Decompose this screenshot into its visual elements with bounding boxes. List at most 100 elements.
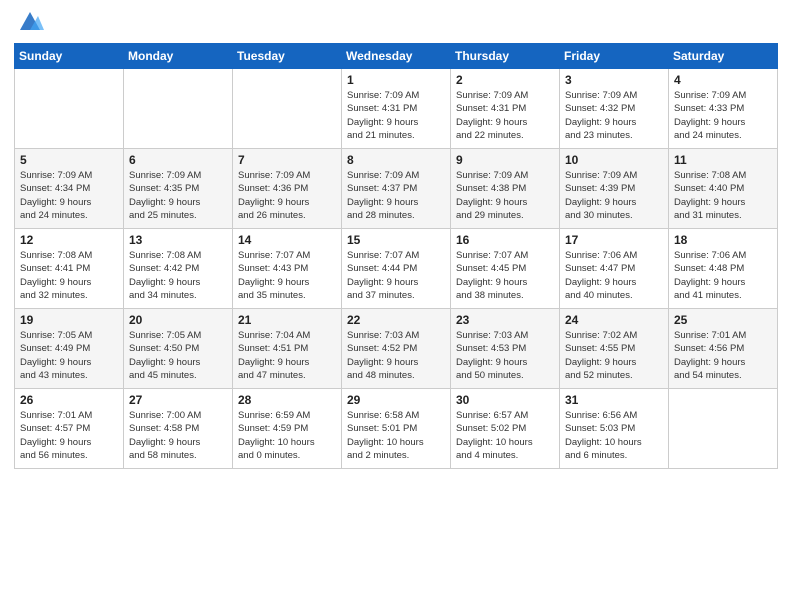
week-row-3: 12 Sunrise: 7:08 AM Sunset: 4:41 PM Dayli… — [15, 229, 778, 309]
calendar-cell: 25 Sunrise: 7:01 AM Sunset: 4:56 PM Dayli… — [669, 309, 778, 389]
day-info: Sunrise: 7:07 AM Sunset: 4:44 PM Dayligh… — [347, 249, 445, 302]
day-number: 16 — [456, 233, 554, 247]
calendar-cell: 23 Sunrise: 7:03 AM Sunset: 4:53 PM Dayli… — [451, 309, 560, 389]
day-info: Sunrise: 7:09 AM Sunset: 4:35 PM Dayligh… — [129, 169, 227, 222]
calendar-cell: 19 Sunrise: 7:05 AM Sunset: 4:49 PM Dayli… — [15, 309, 124, 389]
week-row-4: 19 Sunrise: 7:05 AM Sunset: 4:49 PM Dayli… — [15, 309, 778, 389]
day-number: 24 — [565, 313, 663, 327]
day-info: Sunrise: 7:02 AM Sunset: 4:55 PM Dayligh… — [565, 329, 663, 382]
calendar-cell — [233, 69, 342, 149]
day-number: 25 — [674, 313, 772, 327]
calendar-cell: 9 Sunrise: 7:09 AM Sunset: 4:38 PM Daylig… — [451, 149, 560, 229]
week-row-1: 1Sunrise: 7:09 AM Sunset: 4:31 PM Daylig… — [15, 69, 778, 149]
day-number: 6 — [129, 153, 227, 167]
calendar-cell: 31Sunrise: 6:56 AM Sunset: 5:03 PM Dayli… — [560, 389, 669, 469]
day-info: Sunrise: 7:01 AM Sunset: 4:56 PM Dayligh… — [674, 329, 772, 382]
day-info: Sunrise: 7:09 AM Sunset: 4:31 PM Dayligh… — [456, 89, 554, 142]
day-info: Sunrise: 7:09 AM Sunset: 4:34 PM Dayligh… — [20, 169, 118, 222]
day-number: 18 — [674, 233, 772, 247]
day-number: 26 — [20, 393, 118, 407]
weekday-header-thursday: Thursday — [451, 44, 560, 69]
calendar-cell: 6 Sunrise: 7:09 AM Sunset: 4:35 PM Daylig… — [124, 149, 233, 229]
day-info: Sunrise: 7:07 AM Sunset: 4:45 PM Dayligh… — [456, 249, 554, 302]
day-info: Sunrise: 6:59 AM Sunset: 4:59 PM Dayligh… — [238, 409, 336, 462]
calendar-cell: 17 Sunrise: 7:06 AM Sunset: 4:47 PM Dayli… — [560, 229, 669, 309]
day-info: Sunrise: 7:03 AM Sunset: 4:52 PM Dayligh… — [347, 329, 445, 382]
calendar: SundayMondayTuesdayWednesdayThursdayFrid… — [14, 43, 778, 469]
day-number: 11 — [674, 153, 772, 167]
calendar-cell: 18 Sunrise: 7:06 AM Sunset: 4:48 PM Dayli… — [669, 229, 778, 309]
day-number: 14 — [238, 233, 336, 247]
day-info: Sunrise: 7:09 AM Sunset: 4:33 PM Dayligh… — [674, 89, 772, 142]
week-row-5: 26Sunrise: 7:01 AM Sunset: 4:57 PM Dayli… — [15, 389, 778, 469]
day-number: 20 — [129, 313, 227, 327]
day-number: 27 — [129, 393, 227, 407]
week-row-2: 5 Sunrise: 7:09 AM Sunset: 4:34 PM Daylig… — [15, 149, 778, 229]
day-info: Sunrise: 7:08 AM Sunset: 4:41 PM Dayligh… — [20, 249, 118, 302]
day-info: Sunrise: 7:04 AM Sunset: 4:51 PM Dayligh… — [238, 329, 336, 382]
day-info: Sunrise: 7:09 AM Sunset: 4:37 PM Dayligh… — [347, 169, 445, 222]
day-info: Sunrise: 7:05 AM Sunset: 4:50 PM Dayligh… — [129, 329, 227, 382]
day-info: Sunrise: 7:06 AM Sunset: 4:47 PM Dayligh… — [565, 249, 663, 302]
day-number: 19 — [20, 313, 118, 327]
day-info: Sunrise: 7:07 AM Sunset: 4:43 PM Dayligh… — [238, 249, 336, 302]
calendar-cell: 1Sunrise: 7:09 AM Sunset: 4:31 PM Daylig… — [342, 69, 451, 149]
calendar-cell: 22Sunrise: 7:03 AM Sunset: 4:52 PM Dayli… — [342, 309, 451, 389]
calendar-cell: 12 Sunrise: 7:08 AM Sunset: 4:41 PM Dayli… — [15, 229, 124, 309]
header — [14, 10, 778, 37]
day-info: Sunrise: 6:58 AM Sunset: 5:01 PM Dayligh… — [347, 409, 445, 462]
day-number: 23 — [456, 313, 554, 327]
day-info: Sunrise: 7:06 AM Sunset: 4:48 PM Dayligh… — [674, 249, 772, 302]
calendar-cell: 24 Sunrise: 7:02 AM Sunset: 4:55 PM Dayli… — [560, 309, 669, 389]
day-info: Sunrise: 7:08 AM Sunset: 4:42 PM Dayligh… — [129, 249, 227, 302]
calendar-cell: 28 Sunrise: 6:59 AM Sunset: 4:59 PM Dayli… — [233, 389, 342, 469]
day-info: Sunrise: 7:08 AM Sunset: 4:40 PM Dayligh… — [674, 169, 772, 222]
day-info: Sunrise: 6:56 AM Sunset: 5:03 PM Dayligh… — [565, 409, 663, 462]
day-number: 3 — [565, 73, 663, 87]
day-number: 4 — [674, 73, 772, 87]
day-info: Sunrise: 7:00 AM Sunset: 4:58 PM Dayligh… — [129, 409, 227, 462]
day-info: Sunrise: 7:03 AM Sunset: 4:53 PM Dayligh… — [456, 329, 554, 382]
day-number: 8 — [347, 153, 445, 167]
day-number: 29 — [347, 393, 445, 407]
calendar-cell — [124, 69, 233, 149]
calendar-cell: 8 Sunrise: 7:09 AM Sunset: 4:37 PM Daylig… — [342, 149, 451, 229]
calendar-cell: 7Sunrise: 7:09 AM Sunset: 4:36 PM Daylig… — [233, 149, 342, 229]
calendar-cell: 20 Sunrise: 7:05 AM Sunset: 4:50 PM Dayli… — [124, 309, 233, 389]
day-number: 9 — [456, 153, 554, 167]
calendar-cell — [15, 69, 124, 149]
day-info: Sunrise: 6:57 AM Sunset: 5:02 PM Dayligh… — [456, 409, 554, 462]
calendar-cell: 3 Sunrise: 7:09 AM Sunset: 4:32 PM Daylig… — [560, 69, 669, 149]
day-number: 13 — [129, 233, 227, 247]
calendar-cell: 11 Sunrise: 7:08 AM Sunset: 4:40 PM Dayli… — [669, 149, 778, 229]
day-number: 30 — [456, 393, 554, 407]
calendar-cell: 5 Sunrise: 7:09 AM Sunset: 4:34 PM Daylig… — [15, 149, 124, 229]
calendar-cell: 14 Sunrise: 7:07 AM Sunset: 4:43 PM Dayli… — [233, 229, 342, 309]
calendar-cell: 13 Sunrise: 7:08 AM Sunset: 4:42 PM Dayli… — [124, 229, 233, 309]
calendar-cell: 10Sunrise: 7:09 AM Sunset: 4:39 PM Dayli… — [560, 149, 669, 229]
weekday-header-tuesday: Tuesday — [233, 44, 342, 69]
day-number: 17 — [565, 233, 663, 247]
day-info: Sunrise: 7:09 AM Sunset: 4:38 PM Dayligh… — [456, 169, 554, 222]
calendar-cell: 2Sunrise: 7:09 AM Sunset: 4:31 PM Daylig… — [451, 69, 560, 149]
weekday-header-wednesday: Wednesday — [342, 44, 451, 69]
calendar-cell: 26Sunrise: 7:01 AM Sunset: 4:57 PM Dayli… — [15, 389, 124, 469]
day-info: Sunrise: 7:09 AM Sunset: 4:32 PM Dayligh… — [565, 89, 663, 142]
weekday-header-friday: Friday — [560, 44, 669, 69]
calendar-cell: 16 Sunrise: 7:07 AM Sunset: 4:45 PM Dayli… — [451, 229, 560, 309]
day-info: Sunrise: 7:09 AM Sunset: 4:31 PM Dayligh… — [347, 89, 445, 142]
day-number: 15 — [347, 233, 445, 247]
day-number: 28 — [238, 393, 336, 407]
calendar-cell — [669, 389, 778, 469]
day-number: 7 — [238, 153, 336, 167]
logo-icon — [16, 8, 44, 32]
day-number: 5 — [20, 153, 118, 167]
day-info: Sunrise: 7:05 AM Sunset: 4:49 PM Dayligh… — [20, 329, 118, 382]
page: SundayMondayTuesdayWednesdayThursdayFrid… — [0, 0, 792, 612]
weekday-header-sunday: Sunday — [15, 44, 124, 69]
calendar-cell: 4 Sunrise: 7:09 AM Sunset: 4:33 PM Daylig… — [669, 69, 778, 149]
calendar-cell: 21Sunrise: 7:04 AM Sunset: 4:51 PM Dayli… — [233, 309, 342, 389]
weekday-header-saturday: Saturday — [669, 44, 778, 69]
day-number: 12 — [20, 233, 118, 247]
calendar-cell: 29 Sunrise: 6:58 AM Sunset: 5:01 PM Dayli… — [342, 389, 451, 469]
